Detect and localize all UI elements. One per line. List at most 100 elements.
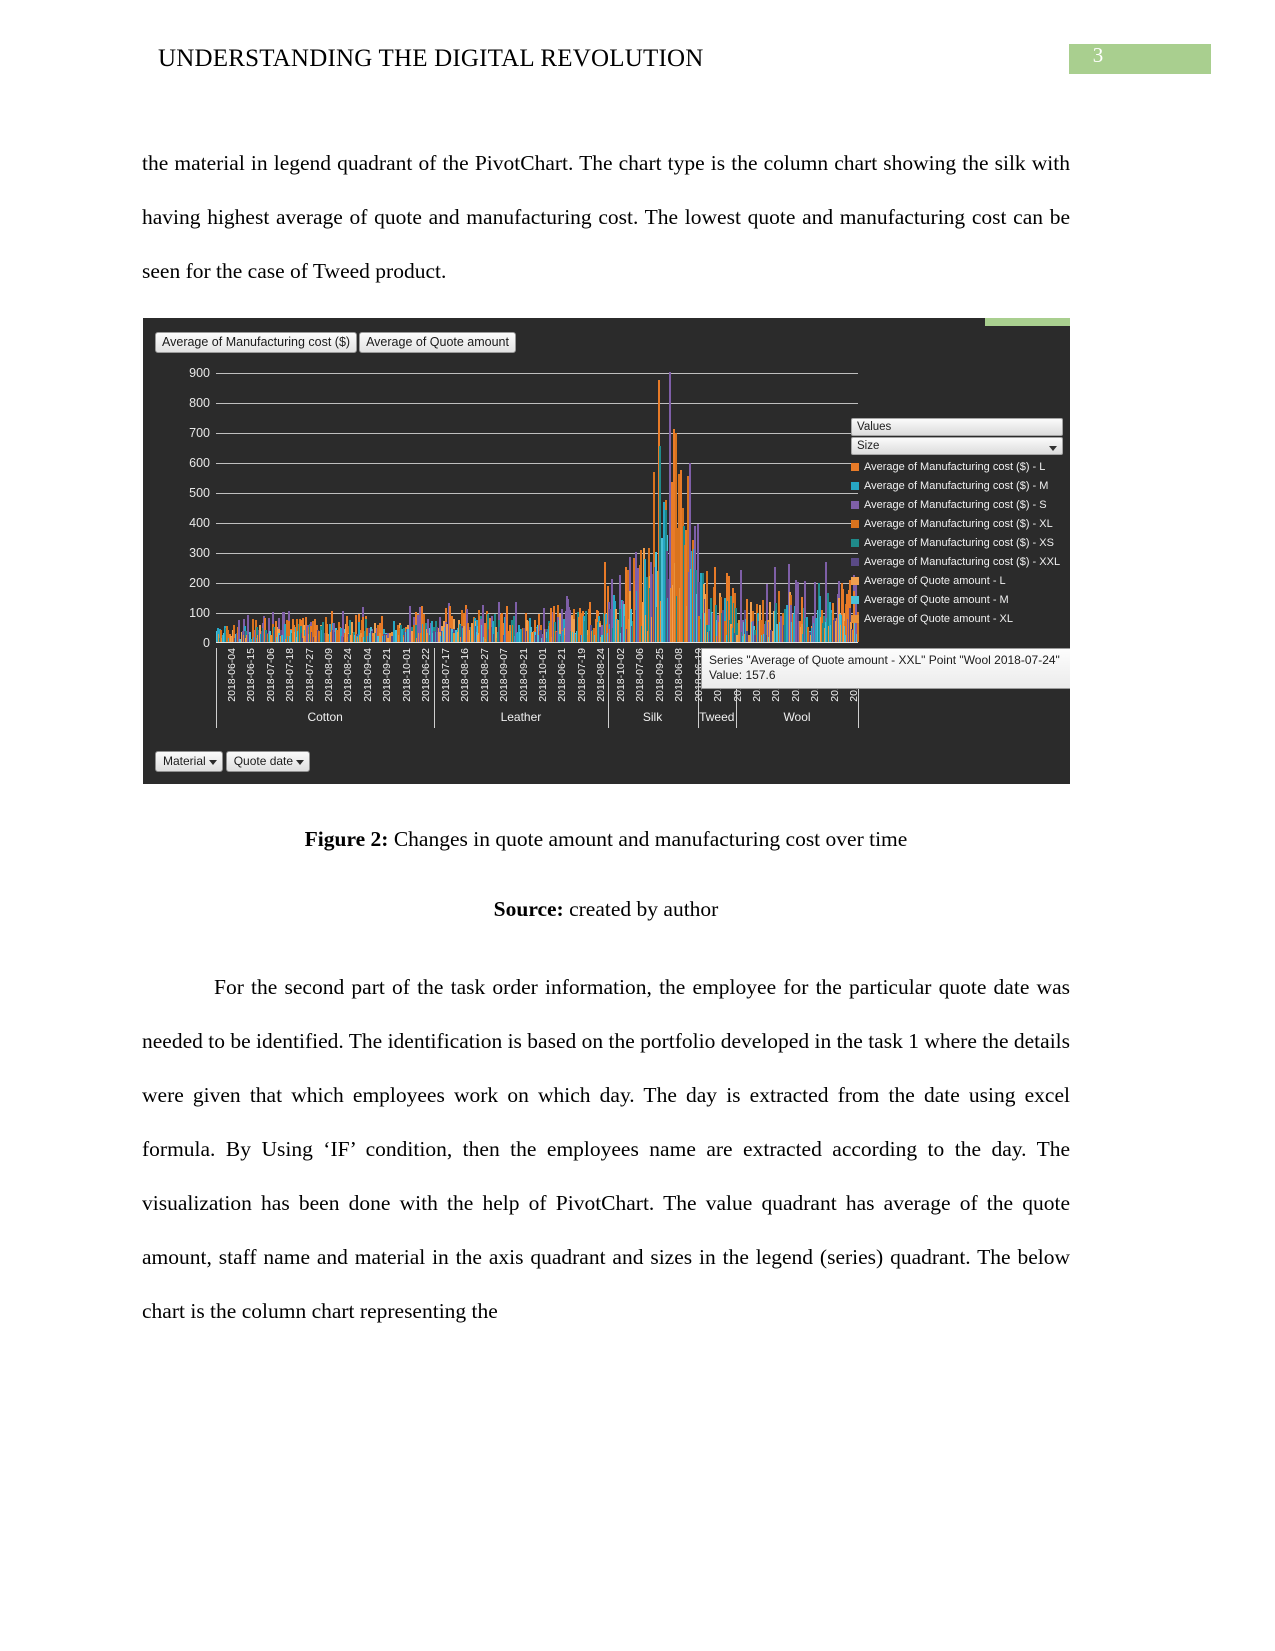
tooltip-series-line: Series "Average of Quote amount - XXL" P…: [709, 653, 1060, 667]
legend-item-label: Average of Manufacturing cost ($) - XS: [864, 537, 1054, 549]
legend-item-label: Average of Manufacturing cost ($) - XXL: [864, 556, 1061, 568]
y-axis-tick: 0: [203, 636, 210, 650]
x-axis-tick: 2018-10-02: [614, 648, 627, 702]
x-axis-tick: 2018-07-27: [303, 648, 316, 702]
chart-legend[interactable]: Values Size Average of Manufacturing cos…: [851, 418, 1063, 626]
legend-item[interactable]: Average of Quote amount - M: [851, 594, 1063, 607]
pivotchart-figure[interactable]: Average of Manufacturing cost ($) Averag…: [143, 318, 1070, 784]
pivot-filter-buttons: Material Quote date: [155, 751, 311, 772]
page-title: UNDERSTANDING THE DIGITAL REVOLUTION: [158, 45, 704, 72]
y-axis-tick: 400: [189, 516, 210, 530]
source-caption: Source: created by author: [142, 897, 1070, 922]
legend-item-label: Average of Quote amount - M: [864, 594, 1009, 606]
x-axis-tick: 2018-06-04: [225, 648, 238, 702]
legend-item-label: Average of Quote amount - XL: [864, 613, 1013, 625]
gridlines: [216, 372, 860, 643]
x-axis-tick: 2018-10-01: [400, 648, 413, 702]
filter-button-quote-date[interactable]: Quote date: [225, 751, 311, 772]
legend-item[interactable]: Average of Manufacturing cost ($) - M: [851, 480, 1063, 493]
x-axis-tick: 2018-08-24: [342, 648, 355, 702]
legend-item[interactable]: Average of Manufacturing cost ($) - XXL: [851, 556, 1063, 569]
x-axis-tick: 2018-07-06: [264, 648, 277, 702]
x-axis-tick: 2018-09-04: [361, 648, 374, 702]
legend-swatch-icon: [851, 558, 859, 566]
x-axis-tick: 2018-06-22: [420, 648, 433, 702]
legend-item[interactable]: Average of Manufacturing cost ($) - XS: [851, 537, 1063, 550]
x-axis-tick: 2018-09-21: [517, 648, 530, 702]
y-axis-tick: 200: [189, 576, 210, 590]
x-axis-line: [216, 642, 858, 643]
legend-item-label: Average of Manufacturing cost ($) - M: [864, 480, 1049, 492]
legend-item[interactable]: Average of Manufacturing cost ($) - XL: [851, 518, 1063, 531]
x-axis-tick: 2018-08-16: [459, 648, 472, 702]
x-axis-tick: 2018-09-25: [653, 648, 666, 702]
category-label-silk: Silk: [642, 710, 663, 724]
y-axis-tick: 600: [189, 456, 210, 470]
category-label-tweed: Tweed: [699, 710, 735, 724]
y-axis-tick: 700: [189, 426, 210, 440]
legend-header-values: Values: [851, 418, 1063, 436]
legend-item[interactable]: Average of Quote amount - XL: [851, 613, 1063, 626]
category-separator: [697, 648, 699, 728]
legend-item[interactable]: Average of Manufacturing cost ($) - S: [851, 499, 1063, 512]
legend-item-label: Average of Manufacturing cost ($) - L: [864, 461, 1046, 473]
source-label: Source:: [493, 897, 564, 921]
x-axis-tick: 2018-08-24: [595, 648, 608, 702]
y-axis-labels: 0 100 200 300 400 500 600 700 800 900: [168, 366, 210, 650]
x-axis-tick: 2018-08-09: [323, 648, 335, 702]
legend-item-label: Average of Quote amount - L: [864, 575, 1006, 587]
plot-area: 0 100 200 300 400 500 600 700 800 900: [168, 366, 860, 663]
field-button-manufacturing-cost[interactable]: Average of Manufacturing cost ($): [155, 332, 358, 353]
y-axis-tick: 500: [189, 486, 210, 500]
category-label-wool: Wool: [783, 710, 811, 724]
page-header: UNDERSTANDING THE DIGITAL REVOLUTION 3: [0, 43, 1275, 85]
category-label-cotton: Cotton: [307, 710, 343, 724]
y-axis-tick: 900: [189, 366, 210, 380]
source-text: created by author: [563, 897, 719, 921]
x-axis-tick: 2018-08-27: [478, 648, 491, 702]
filter-button-material[interactable]: Material: [155, 751, 223, 772]
category-separator: [216, 648, 217, 728]
legend-swatch-icon: [851, 482, 859, 490]
chart-tooltip: Series "Average of Quote amount - XXL" P…: [701, 648, 1070, 689]
x-axis-tick: 2018-07-06: [634, 648, 647, 702]
body-top: the material in legend quadrant of the P…: [142, 136, 1070, 298]
paragraph-1: the material in legend quadrant of the P…: [142, 151, 1070, 283]
x-axis-tick: 2018-07-19: [575, 648, 588, 702]
body-bottom: For the second part of the task order in…: [142, 960, 1070, 1338]
legend-swatch-icon: [851, 501, 859, 509]
x-axis-tick: 2018-07-18: [284, 648, 297, 702]
figure-caption-label: Figure 2:: [304, 827, 389, 851]
legend-swatch-icon: [851, 520, 859, 528]
bar-series-container: [216, 372, 860, 642]
y-axis-tick: 800: [189, 396, 210, 410]
category-separator: [434, 648, 436, 728]
pivot-field-buttons: Average of Manufacturing cost ($) Averag…: [155, 332, 516, 353]
legend-swatch-icon: [851, 615, 859, 623]
x-axis-tick: 2018-06-15: [245, 648, 258, 702]
x-axis-tick: 2018-07-17: [439, 648, 452, 702]
legend-item-list: Average of Manufacturing cost ($) - L Ave…: [851, 461, 1063, 626]
y-axis-tick: 100: [189, 606, 210, 620]
x-axis-tick: 2018-10-01: [537, 648, 549, 702]
x-axis-category-labels: Cotton Leather Silk Tweed Wool: [216, 648, 859, 730]
tooltip-value-line: Value: 157.6: [709, 668, 776, 682]
legend-swatch-icon: [851, 596, 859, 604]
page-number: 3: [1092, 43, 1104, 67]
legend-swatch-icon: [851, 577, 859, 585]
field-button-quote-amount[interactable]: Average of Quote amount: [359, 332, 516, 353]
x-axis-tick: 2018-06-21: [556, 648, 569, 702]
x-axis-tick: 2018-06-08: [673, 648, 686, 702]
legend-filter-size[interactable]: Size: [851, 437, 1063, 455]
document-page: UNDERSTANDING THE DIGITAL REVOLUTION 3 t…: [0, 0, 1275, 1651]
green-accent-bar: [985, 318, 1070, 326]
x-axis-tick: 2018-09-07: [498, 648, 511, 702]
figure-caption: Figure 2: Changes in quote amount and ma…: [142, 827, 1070, 852]
category-separator: [607, 648, 609, 728]
legend-item[interactable]: Average of Manufacturing cost ($) - L: [851, 461, 1063, 474]
legend-item-label: Average of Manufacturing cost ($) - S: [864, 499, 1047, 511]
paragraph-2: For the second part of the task order in…: [142, 975, 1071, 1323]
legend-swatch-icon: [851, 463, 859, 471]
legend-swatch-icon: [851, 539, 859, 547]
legend-item[interactable]: Average of Quote amount - L: [851, 575, 1063, 588]
